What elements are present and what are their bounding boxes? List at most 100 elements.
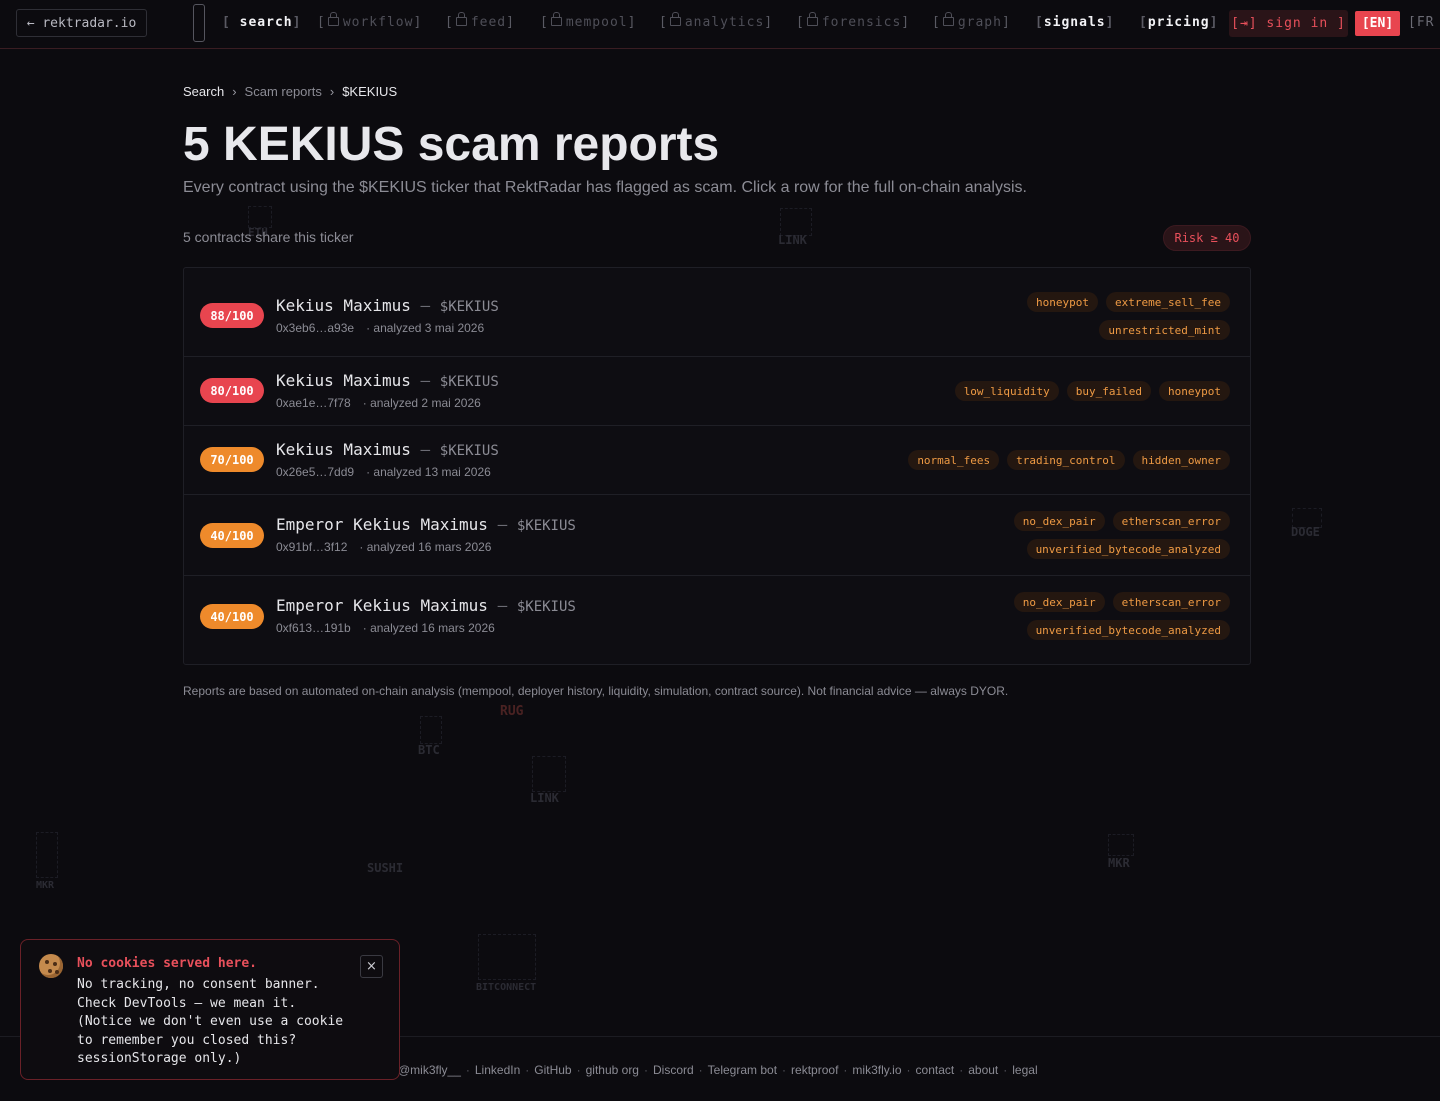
name-separator: — (420, 296, 431, 315)
footer-links: @mik3fly__ · LinkedIn · GitHub · github org… (398, 1063, 1038, 1077)
nav-search[interactable]: [ search] (222, 15, 301, 30)
footer-link-rektproof[interactable]: rektproof (791, 1063, 838, 1077)
nav-label: search (239, 15, 293, 30)
name-separator: — (420, 371, 431, 390)
footer-link-legal[interactable]: legal (1012, 1063, 1037, 1077)
footer-link-mik3fly[interactable]: mik3fly.io (852, 1063, 901, 1077)
report-row[interactable]: 80/100 Kekius Maximus — $KEKIUS 0xae1e…7… (184, 357, 1250, 426)
contract-address: 0xae1e…7f78 (276, 396, 351, 410)
nav-label: forensics (821, 15, 902, 30)
footer-link-twitter[interactable]: @mik3fly__ (398, 1063, 461, 1077)
report-row[interactable]: 88/100 Kekius Maximus — $KEKIUS 0x3eb6…a… (184, 268, 1250, 357)
contract-address: 0x26e5…7dd9 (276, 465, 355, 479)
report-row[interactable]: 40/100 Emperor Kekius Maximus — $KEKIUS … (184, 495, 1250, 576)
lock-icon (669, 12, 681, 26)
nav-pricing[interactable]: [pricing] (1139, 15, 1218, 30)
flag-tag: etherscan_error (1112, 511, 1230, 531)
lock-icon (942, 12, 954, 26)
lock-icon (806, 12, 818, 26)
flag-tag: buy_failed (1066, 381, 1152, 401)
nav-mempool[interactable]: [mempool] (540, 12, 636, 30)
report-meta: 0x26e5…7dd9 · analyzed 13 mai 2026 (276, 465, 491, 479)
risk-score-badge: 88/100 (200, 303, 264, 328)
footer-link-about[interactable]: about (968, 1063, 998, 1077)
footer-link-linkedin[interactable]: LinkedIn (475, 1063, 520, 1077)
nav-workflow[interactable]: [workflow] (317, 12, 422, 30)
nav-signals[interactable]: [signals] (1035, 15, 1114, 30)
report-row[interactable]: 70/100 Kekius Maximus — $KEKIUS 0x26e5…7… (184, 426, 1250, 495)
token-name-label: Emperor Kekius Maximus (276, 596, 488, 615)
language-fr-button[interactable]: [FR (1408, 15, 1434, 30)
flag-tag: no_dex_pair (1013, 592, 1105, 612)
nav-graph[interactable]: [graph] (932, 12, 1011, 30)
bg-ticker: BITCONNECT (476, 982, 537, 993)
home-link-button[interactable]: ← rektradar.io (16, 9, 147, 37)
token-ticker: $KEKIUS (516, 518, 576, 534)
name-separator: — (497, 596, 508, 615)
contract-address: 0x91bf…3f12 (276, 540, 348, 554)
breadcrumb-scam-reports[interactable]: Scam reports (245, 84, 322, 99)
footer-separator: · (843, 1063, 848, 1077)
token-name: Kekius Maximus — $KEKIUS (276, 440, 499, 459)
breadcrumb-separator: › (232, 84, 237, 99)
token-ticker: $KEKIUS (516, 599, 576, 615)
close-button[interactable]: × (360, 955, 383, 978)
token-ticker: $KEKIUS (439, 374, 499, 390)
report-row[interactable]: 40/100 Emperor Kekius Maximus — $KEKIUS … (184, 576, 1250, 664)
nav-focus-indicator (193, 4, 205, 42)
sign-in-label: [⇥] sign in ] (1231, 16, 1346, 31)
flag-tag: unverified_bytecode_analyzed (1026, 620, 1230, 640)
nav-forensics[interactable]: [forensics] (796, 12, 910, 30)
flag-tags: no_dex_pair etherscan_error unverified_b… (910, 592, 1230, 640)
nav-label: mempool (565, 15, 628, 30)
language-en-label: [EN] (1361, 16, 1394, 31)
footer-separator: · (1003, 1063, 1008, 1077)
nav-analytics[interactable]: [analytics] (659, 12, 773, 30)
sign-in-button[interactable]: [⇥] sign in ] (1229, 10, 1348, 37)
risk-score-badge: 40/100 (200, 523, 264, 548)
risk-filter-badge: Risk ≥ 40 (1163, 225, 1251, 251)
cookie-notice-body: No tracking, no consent banner. Check De… (77, 977, 344, 1066)
risk-score-badge: 70/100 (200, 447, 264, 472)
footer-link-github-org[interactable]: github org (586, 1063, 639, 1077)
bg-ticker: MKR (36, 880, 55, 891)
top-navigation: ← rektradar.io [ search] [workflow] [fee… (0, 0, 1440, 49)
flag-tag: unverified_bytecode_analyzed (1026, 539, 1230, 559)
language-fr-label: [FR (1408, 15, 1435, 30)
name-separator: — (420, 440, 431, 459)
analyzed-date: · analyzed 16 mars 2026 (359, 540, 492, 554)
analyzed-date: · analyzed 2 mai 2026 (362, 396, 481, 410)
breadcrumb-search[interactable]: Search (183, 84, 224, 99)
footer-separator: · (465, 1063, 470, 1077)
flag-tag: honeypot (1027, 292, 1099, 312)
token-name: Emperor Kekius Maximus — $KEKIUS (276, 515, 576, 534)
flag-tag: no_dex_pair (1013, 511, 1105, 531)
footer-link-telegram[interactable]: Telegram bot (708, 1063, 777, 1077)
token-name: Kekius Maximus — $KEKIUS (276, 371, 499, 390)
language-en-button[interactable]: [EN] (1355, 11, 1400, 36)
bg-ticker: LINK (778, 233, 807, 247)
token-name-label: Kekius Maximus (276, 371, 411, 390)
token-ticker: $KEKIUS (439, 443, 499, 459)
nav-feed[interactable]: [feed] (445, 12, 515, 30)
footer-link-contact[interactable]: contact (916, 1063, 955, 1077)
footer-link-discord[interactable]: Discord (653, 1063, 694, 1077)
cookie-notice-title: No cookies served here. (77, 956, 258, 971)
bg-ticker: MKR (1108, 856, 1130, 870)
flag-tags: low_liquidity buy_failed honeypot (830, 381, 1230, 401)
risk-score-badge: 80/100 (200, 378, 264, 403)
name-separator: — (497, 515, 508, 534)
report-meta: 0xf613…191b · analyzed 16 mars 2026 (276, 621, 495, 635)
nav-label: workflow (342, 15, 414, 30)
analyzed-date: · analyzed 16 mars 2026 (362, 621, 495, 635)
nav-label: analytics (684, 15, 765, 30)
footer-separator: · (643, 1063, 648, 1077)
report-meta: 0x3eb6…a93e · analyzed 3 mai 2026 (276, 321, 484, 335)
flag-tag: hidden_owner (1132, 450, 1230, 470)
disclaimer: Reports are based on automated on-chain … (183, 684, 1009, 698)
footer-link-github[interactable]: GitHub (534, 1063, 571, 1077)
risk-score-badge: 40/100 (200, 604, 264, 629)
breadcrumb: Search › Scam reports › $KEKIUS (183, 84, 397, 99)
contract-count: 5 contracts share this ticker (183, 229, 354, 245)
flag-tag: extreme_sell_fee (1106, 292, 1230, 312)
